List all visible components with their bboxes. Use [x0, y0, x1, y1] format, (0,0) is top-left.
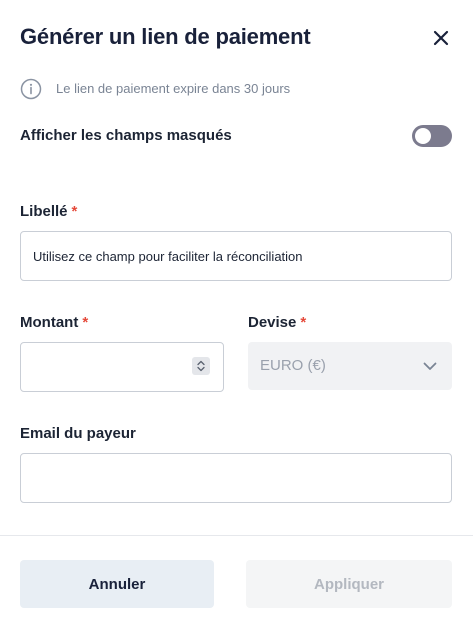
modal-title: Générer un lien de paiement [20, 24, 311, 49]
currency-field-label-text: Devise [248, 314, 297, 331]
expiry-info: Le lien de paiement expire dans 30 jours [20, 78, 420, 100]
amount-stepper[interactable] [192, 357, 210, 375]
currency-field-label: Devise * [248, 314, 306, 331]
close-button[interactable] [429, 26, 453, 50]
chevron-down-icon [423, 362, 437, 370]
expiry-info-text: Le lien de paiement expire dans 30 jours [56, 81, 291, 96]
label-field-label-text: Libellé [20, 203, 68, 220]
label-field-label: Libellé * [20, 203, 77, 220]
apply-button[interactable]: Appliquer [246, 560, 452, 608]
show-hidden-fields-label: Afficher les champs masqués [20, 127, 232, 144]
currency-selected-value: EURO (€) [260, 357, 326, 374]
modal-header: Générer un lien de paiement [20, 22, 453, 54]
payment-link-modal: Générer un lien de paiement Le lien de p… [0, 0, 473, 626]
show-hidden-fields-toggle[interactable] [412, 125, 452, 147]
amount-field-label-text: Montant [20, 314, 79, 331]
close-icon [433, 30, 449, 46]
required-mark: * [71, 203, 78, 220]
payer-email-field-label-text: Email du payeur [20, 425, 136, 442]
currency-select[interactable]: EURO (€) [248, 342, 452, 390]
cancel-button[interactable]: Annuler [20, 560, 214, 608]
footer-divider [0, 535, 473, 536]
payer-email-field-label: Email du payeur [20, 425, 136, 442]
required-mark: * [300, 314, 307, 331]
show-hidden-fields-row: Afficher les champs masqués [20, 124, 453, 148]
payer-email-input[interactable] [20, 453, 452, 503]
required-mark: * [82, 314, 89, 331]
toggle-knob [415, 128, 431, 144]
stepper-icon [197, 360, 205, 372]
info-icon [20, 78, 42, 100]
amount-field-label: Montant * [20, 314, 88, 331]
label-input[interactable] [20, 231, 452, 281]
